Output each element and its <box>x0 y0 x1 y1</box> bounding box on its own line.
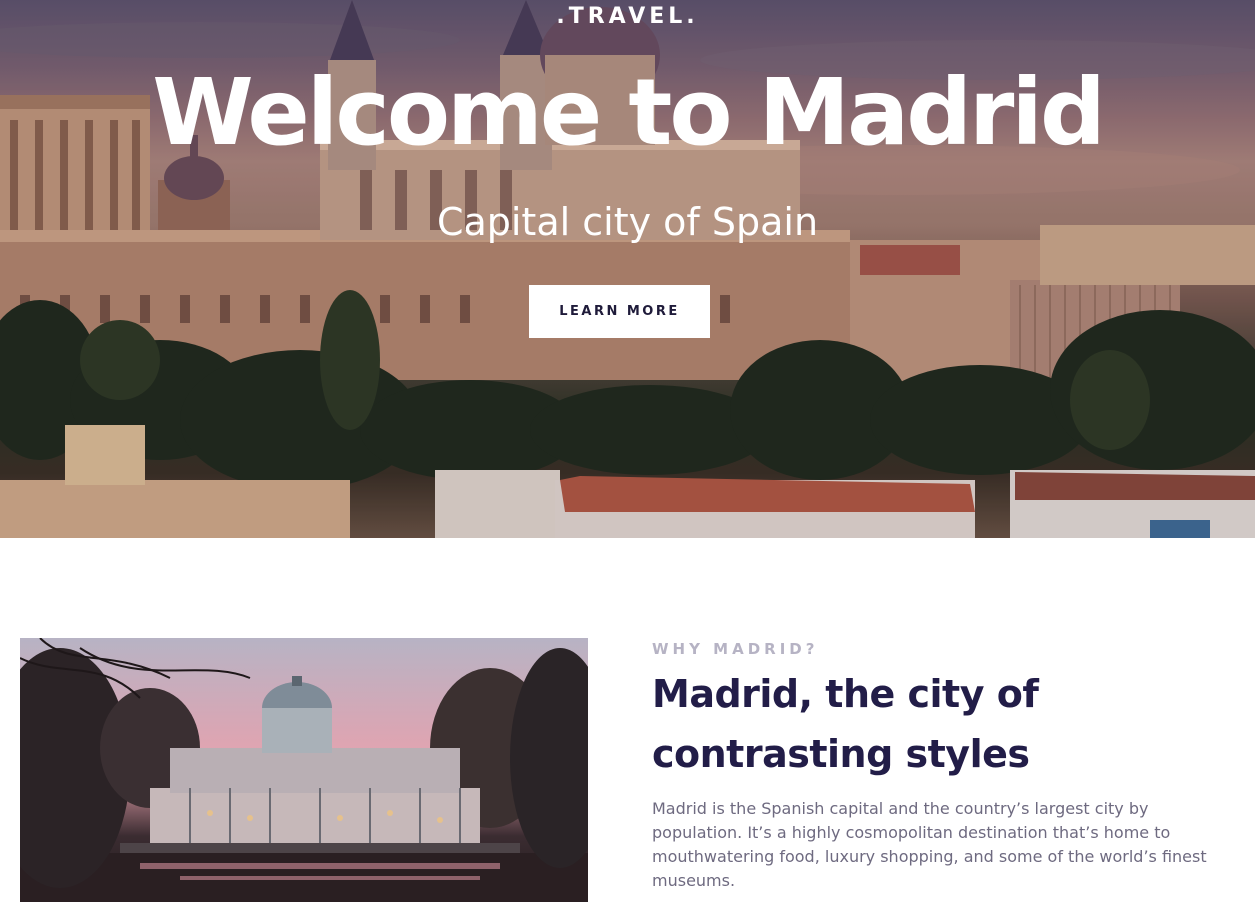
hero-subtitle: Capital city of Spain <box>436 200 819 244</box>
hero-title: Welcome to Madrid <box>152 59 1106 166</box>
hero-section: .TRAVEL. Welcome to Madrid Capital city … <box>0 0 1255 538</box>
section-title-line2: contrasting styles <box>652 732 1030 776</box>
section-body: Madrid is the Spanish capital and the co… <box>652 799 1207 890</box>
section-title-line1: Madrid, the city of <box>652 672 1039 716</box>
learn-more-button[interactable]: LEARN MORE <box>529 285 710 338</box>
brand-logo[interactable]: .TRAVEL. <box>0 4 1255 29</box>
crystal-palace-illustration <box>20 638 588 902</box>
section-eyebrow: WHY MADRID? <box>652 640 819 658</box>
section-title: Madrid, the city of contrasting styles <box>652 664 1212 784</box>
crystal-palace-photo <box>20 638 588 902</box>
